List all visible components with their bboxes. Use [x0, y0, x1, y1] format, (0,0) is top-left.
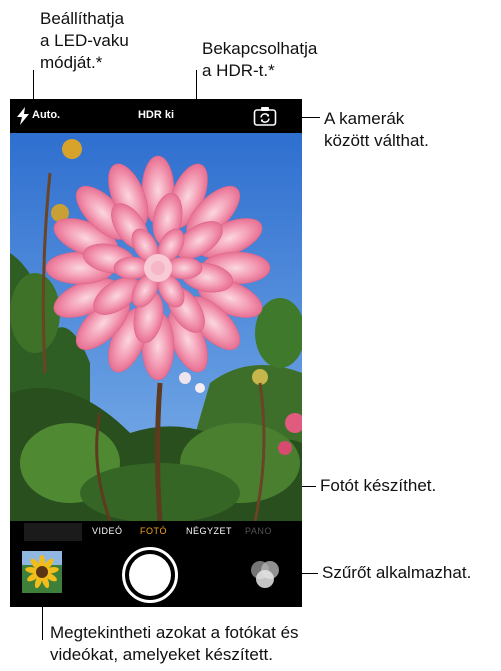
camera-mode-selector: VIDEÓ FOTÓ NÉGYZET PANO [10, 521, 302, 543]
filters-callout-text: Szűrőt alkalmazhat. [322, 563, 472, 582]
hdr-callout-line-1: Bekapcsolhatja [202, 39, 318, 58]
switch-camera-callout-line-1: A kamerák [324, 109, 405, 128]
shutter-button[interactable] [122, 547, 178, 603]
camera-bottom-bar [10, 543, 302, 607]
last-photo-thumbnail[interactable] [22, 551, 62, 593]
thumbnail-callout-line-2: videókat, amelyeket készített. [50, 645, 273, 664]
mode-photo[interactable]: FOTÓ [140, 526, 167, 536]
camera-top-bar: Auto. HDR ki [10, 99, 302, 133]
camera-screen: Auto. HDR ki VIDEÓ FOTÓ NÉGYZET PANO [10, 99, 302, 607]
shutter-callout: Fotót készíthet. [320, 475, 436, 497]
camera-viewfinder[interactable] [10, 133, 302, 521]
thumbnail-callout: Megtekintheti azokat a fotókat és videók… [50, 622, 299, 666]
flash-callout: Beállíthatja a LED-vaku módját.* [40, 8, 129, 74]
mode-video[interactable]: VIDEÓ [92, 526, 123, 536]
filters-callout: Szűrőt alkalmazhat. [322, 562, 471, 584]
shutter-button-inner [129, 554, 171, 596]
dahlia-photo-preview [10, 133, 302, 521]
flash-callout-line-3: módját.* [40, 53, 103, 72]
switch-camera-callout: A kamerák között válthat. [324, 108, 429, 152]
hdr-callout: Bekapcsolhatja a HDR-t.* [202, 38, 317, 82]
hdr-callout-line-2: a HDR-t.* [202, 61, 275, 80]
flash-callout-line-1: Beállíthatja [40, 9, 125, 28]
shutter-callout-text: Fotót készíthet. [320, 476, 437, 495]
mode-pano[interactable]: PANO [245, 526, 272, 536]
overlapping-circles-icon[interactable] [248, 559, 282, 591]
switch-camera-callout-line-2: között válthat. [324, 131, 429, 150]
thumbnail-callout-line-1: Megtekintheti azokat a fotókat és [50, 623, 299, 642]
mode-placeholder [24, 523, 82, 541]
flash-callout-line-2: a LED-vaku [40, 31, 129, 50]
sunflower-thumbnail-image [22, 551, 62, 593]
camera-rotate-icon[interactable] [253, 105, 277, 127]
mode-square[interactable]: NÉGYZET [186, 526, 232, 536]
